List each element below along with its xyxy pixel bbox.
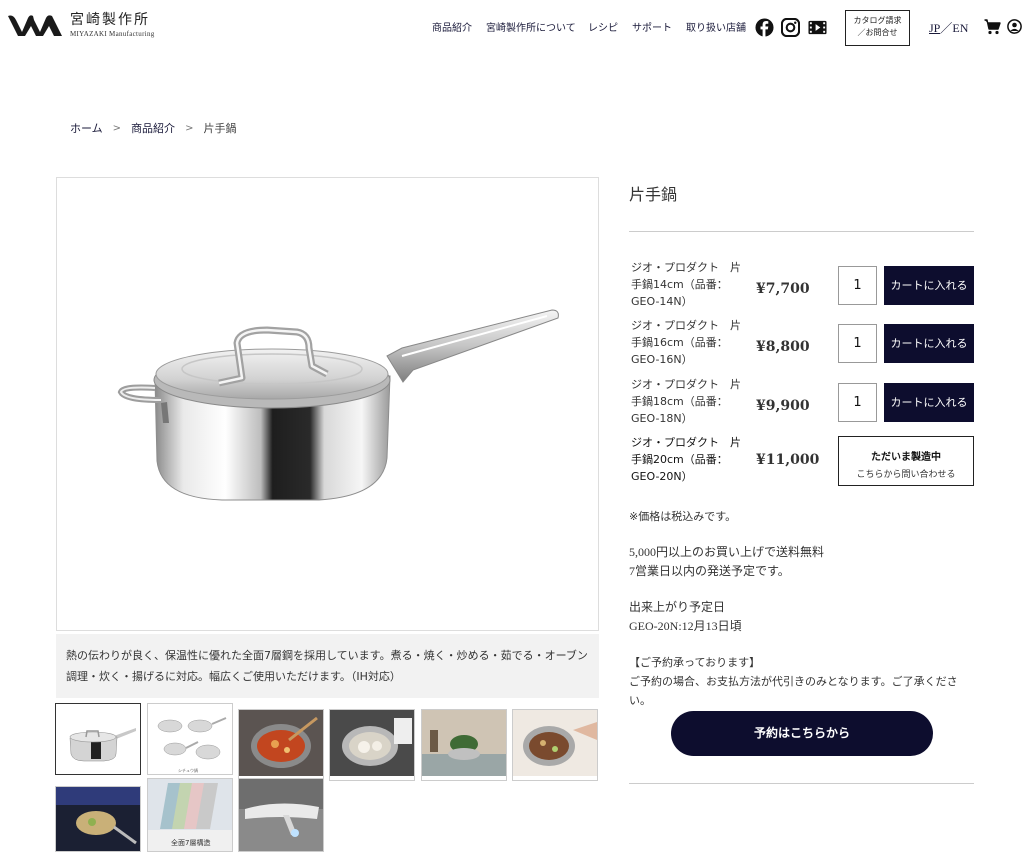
thumbnail-image[interactable] [238, 709, 324, 781]
lang-jp-link[interactable]: JP [929, 21, 940, 35]
thumbnail-image[interactable] [421, 709, 507, 781]
site-header: 宮崎製作所 MIYAZAKI Manufacturing 商品紹介 宮崎製作所に… [0, 0, 1029, 56]
thumbnail-image[interactable]: 全面7層構造 [147, 778, 233, 852]
cart-icon[interactable] [984, 19, 1001, 35]
quantity-input[interactable]: 1 [838, 324, 877, 363]
reservation-button[interactable]: 予約はこちらから [671, 711, 933, 756]
thumbnail-label: シチュウ鍋 [178, 767, 198, 773]
variant-row: ジオ・プロダクト 片手鍋16cm（品番：GEO-16N） ¥8,800 1 カー… [629, 319, 974, 376]
breadcrumb-home[interactable]: ホーム [70, 120, 103, 136]
variant-name: ジオ・プロダクト 片手鍋16cm（品番：GEO-16N） [631, 319, 741, 366]
variant-price: ¥9,900 [756, 398, 810, 414]
account-icon[interactable] [1007, 19, 1022, 34]
quantity-input[interactable]: 1 [838, 383, 877, 422]
divider [629, 231, 974, 232]
language-switcher: JP／EN [929, 19, 968, 36]
shipping-note: 7営業日以内の発送予定です。 [629, 564, 790, 578]
nav-recipes[interactable]: レシピ [588, 19, 618, 34]
breadcrumb-separator: > [112, 122, 122, 134]
facebook-icon[interactable] [755, 18, 774, 37]
variant-name: ジオ・プロダクト 片手鍋14cm（品番：GEO-14N） [631, 261, 741, 308]
logo-english-text: MIYAZAKI Manufacturing [70, 30, 155, 38]
nav-about[interactable]: 宮崎製作所について [486, 19, 576, 34]
purchase-notes: ※価格は税込みです。 5,000円以上のお買い上げで送料無料 7営業日以内の発送… [629, 507, 974, 710]
catalog-line-2: ／お問合せ [857, 28, 898, 37]
variant-name: ジオ・プロダクト 片手鍋18cm（品番：GEO-18N） [631, 378, 741, 425]
thumbnail-image[interactable] [512, 709, 598, 781]
add-to-cart-button[interactable]: カートに入れる [884, 324, 974, 363]
breadcrumb-products[interactable]: 商品紹介 [131, 120, 175, 136]
in-production-inquiry-button[interactable]: ただいま製造中 こちらから問い合わせる [838, 436, 974, 486]
thumbnail-label: 全面7層構造 [171, 838, 210, 847]
add-to-cart-button[interactable]: カートに入れる [884, 383, 974, 422]
ready-date-label: 出来上がり予定日 [629, 600, 726, 614]
inquiry-label: こちらから問い合わせる [856, 470, 956, 480]
instagram-icon[interactable] [781, 18, 800, 37]
product-main-image[interactable] [56, 177, 599, 631]
lang-en-link[interactable]: EN [952, 21, 968, 35]
divider [629, 783, 974, 784]
variant-price: ¥7,700 [756, 281, 810, 297]
saucepan-illustration [117, 309, 559, 501]
reservation-heading: 【ご予約承っております】 [629, 656, 761, 669]
tax-note: ※価格は税込みです。 [629, 510, 737, 523]
breadcrumb-separator: > [185, 122, 194, 134]
variant-price: ¥8,800 [756, 339, 810, 355]
variant-row: ジオ・プロダクト 片手鍋20cm（品番：GEO-20N） ¥11,000 ただい… [629, 436, 974, 488]
site-logo[interactable]: 宮崎製作所 MIYAZAKI Manufacturing [7, 12, 155, 38]
thumbnail-image[interactable] [55, 786, 141, 852]
video-icon[interactable] [807, 18, 828, 37]
breadcrumb-current: 片手鍋 [203, 122, 237, 135]
thumbnail-image[interactable] [329, 709, 415, 781]
variant-row: ジオ・プロダクト 片手鍋18cm（品番：GEO-18N） ¥9,900 1 カー… [629, 378, 974, 435]
shipping-note: 5,000円以上のお買い上げで送料無料 [629, 545, 825, 559]
variant-name: ジオ・プロダクト 片手鍋20cm（品番：GEO-20N） [631, 436, 741, 483]
product-description: 熱の伝わりが良く、保温性に優れた全面7層鋼を採用しています。煮る・焼く・炒める・… [56, 634, 599, 698]
in-production-label: ただいま製造中 [871, 452, 941, 463]
variant-price: ¥11,000 [756, 452, 820, 468]
thumbnail-image[interactable]: シチュウ鍋 [147, 703, 233, 775]
logo-japanese-text: 宮崎製作所 [70, 12, 150, 28]
nav-support[interactable]: サポート [632, 19, 672, 34]
logo-mark-icon [8, 15, 62, 37]
thumbnail-image[interactable] [55, 703, 141, 775]
reservation-text: ご予約の場合、お支払方法が代引きのみとなります。ご了承ください。 [629, 675, 958, 707]
add-to-cart-button[interactable]: カートに入れる [884, 266, 974, 305]
catalog-line-1: カタログ請求 [853, 16, 902, 25]
catalog-request-button[interactable]: カタログ請求 ／お問合せ [845, 10, 910, 46]
product-title: 片手鍋 [629, 185, 678, 204]
variant-row: ジオ・プロダクト 片手鍋14cm（品番：GEO-14N） ¥7,700 1 カー… [629, 261, 974, 318]
nav-products[interactable]: 商品紹介 [432, 19, 472, 34]
nav-stores[interactable]: 取り扱い店舗 [686, 19, 746, 34]
lang-separator: ／ [940, 21, 953, 35]
quantity-input[interactable]: 1 [838, 266, 877, 305]
breadcrumb: ホーム > 商品紹介 > 片手鍋 [70, 120, 236, 136]
thumbnail-image[interactable] [238, 778, 324, 852]
ready-date-value: GEO-20N:12月13日頃 [629, 619, 742, 633]
